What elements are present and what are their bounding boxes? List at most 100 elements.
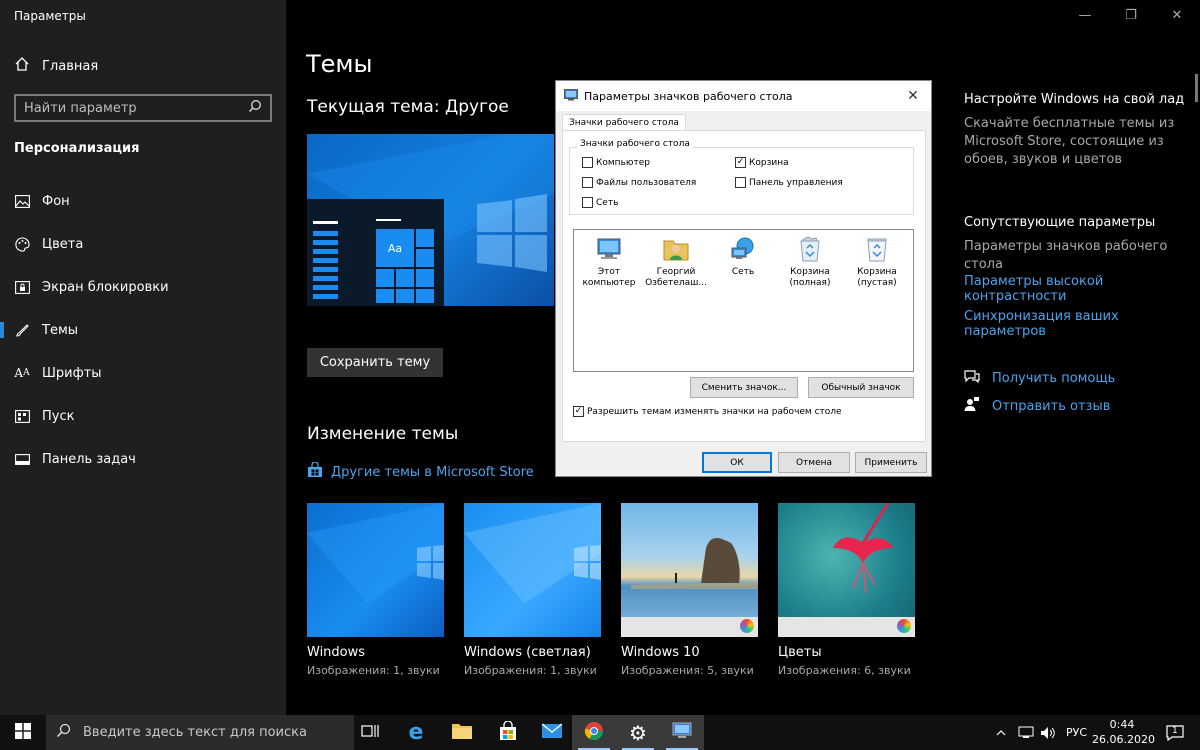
theme-thumbnail bbox=[621, 503, 758, 637]
sidebar-item-fonts[interactable]: AA Шрифты bbox=[0, 353, 286, 393]
preview-window: Aa bbox=[307, 199, 444, 306]
current-theme-title: Текущая тема: Другое bbox=[307, 97, 509, 117]
send-feedback-link[interactable]: Отправить отзыв bbox=[964, 396, 1110, 416]
clock-time: 0:44 bbox=[1109, 718, 1135, 731]
home-nav-item[interactable]: Главная bbox=[14, 56, 98, 76]
checkbox-box[interactable] bbox=[582, 197, 593, 208]
palette-icon bbox=[14, 236, 30, 252]
start-button[interactable] bbox=[0, 715, 46, 750]
network-tray-icon[interactable] bbox=[1018, 715, 1034, 750]
notifications-button[interactable]: 1 bbox=[1166, 715, 1184, 750]
sidebar-item-label: Темы bbox=[42, 322, 79, 338]
dialog-close-icon[interactable]: ✕ bbox=[903, 86, 923, 106]
default-icon-button[interactable]: Обычный значок bbox=[808, 377, 914, 398]
start-icon bbox=[14, 408, 30, 424]
theme-card-windows-light[interactable]: Windows (светлая) Изображения: 1, звуки bbox=[464, 503, 601, 677]
checkbox-box[interactable] bbox=[735, 177, 746, 188]
chrome-icon bbox=[584, 721, 604, 745]
theme-name: Windows bbox=[307, 645, 366, 660]
list-item-recycle-bin-full[interactable]: Корзина (полная) bbox=[777, 234, 843, 289]
checkbox-recycle-bin[interactable]: ✓ Корзина bbox=[735, 157, 789, 168]
settings-sidebar: Параметры Главная Персонализация Фон Цве… bbox=[0, 0, 286, 715]
checkbox-box[interactable] bbox=[582, 157, 593, 168]
search-icon[interactable] bbox=[248, 99, 262, 117]
theme-card-windows[interactable]: Windows Изображения: 1, звуки bbox=[307, 503, 444, 677]
sidebar-item-background[interactable]: Фон bbox=[0, 181, 286, 221]
related-settings-title: Сопутствующие параметры bbox=[964, 215, 1156, 230]
search-icon bbox=[56, 723, 71, 742]
taskbar-search-box[interactable]: Введите здесь текст для поиска bbox=[46, 715, 354, 750]
icon-label-line2: компьютер bbox=[582, 278, 636, 288]
checkbox-computer[interactable]: Компьютер bbox=[582, 157, 650, 168]
store-bag-icon bbox=[498, 719, 518, 745]
volume-icon[interactable] bbox=[1040, 715, 1056, 750]
edge-icon: e bbox=[408, 720, 424, 745]
icon-label-line2: Озбетелаш... bbox=[645, 278, 707, 288]
checkbox-label: Компьютер bbox=[596, 157, 650, 168]
sidebar-item-label: Цвета bbox=[42, 236, 84, 252]
color-wheel-icon bbox=[740, 619, 754, 633]
taskbar-app-desktop-icons[interactable] bbox=[660, 715, 704, 750]
home-icon bbox=[14, 56, 30, 76]
scrollbar-thumb[interactable] bbox=[1195, 74, 1198, 102]
language-indicator[interactable]: РУС bbox=[1066, 715, 1087, 750]
checkbox-box-checked[interactable]: ✓ bbox=[735, 157, 746, 168]
list-item-network[interactable]: Сеть bbox=[710, 234, 776, 278]
sidebar-item-label: Фон bbox=[42, 193, 70, 209]
checkbox-control-panel[interactable]: Панель управления bbox=[735, 177, 843, 188]
save-theme-button[interactable]: Сохранить тему bbox=[307, 348, 443, 377]
list-item-recycle-bin-empty[interactable]: Корзина (пустая) bbox=[844, 234, 910, 289]
apply-button[interactable]: Применить bbox=[855, 452, 927, 473]
task-view-button[interactable] bbox=[348, 715, 392, 750]
maximize-button[interactable]: ❐ bbox=[1108, 0, 1154, 30]
list-item-user-folder[interactable]: Георгий Озбетелаш... bbox=[643, 234, 709, 289]
tray-chevron-icon[interactable] bbox=[996, 715, 1006, 750]
sidebar-item-colors[interactable]: Цвета bbox=[0, 224, 286, 264]
sidebar-item-taskbar[interactable]: Панель задач bbox=[0, 439, 286, 479]
checkbox-box[interactable] bbox=[582, 177, 593, 188]
cancel-button[interactable]: Отмена bbox=[778, 452, 850, 473]
checkbox-label: Панель управления bbox=[749, 177, 843, 188]
taskbar-app-mail[interactable] bbox=[530, 715, 574, 750]
sync-settings-link[interactable]: Синхронизация ваших параметров bbox=[964, 309, 1190, 339]
sidebar-item-label: Пуск bbox=[42, 408, 75, 424]
dialog-titlebar[interactable]: Параметры значков рабочего стола bbox=[556, 81, 931, 111]
theme-card-flowers[interactable]: Цветы Изображения: 6, звуки bbox=[778, 503, 915, 677]
checkbox-allow-themes[interactable]: ✓ Разрешить темам изменять значки на раб… bbox=[573, 406, 842, 417]
taskbar-app-store[interactable] bbox=[486, 715, 530, 750]
page-title: Темы bbox=[306, 50, 373, 78]
checkbox-box-checked[interactable]: ✓ bbox=[573, 406, 584, 417]
taskbar-app-chrome[interactable] bbox=[572, 715, 616, 750]
minimize-button[interactable]: — bbox=[1062, 0, 1108, 30]
taskbar-app-explorer[interactable] bbox=[440, 715, 484, 750]
get-help-link[interactable]: Получить помощь bbox=[964, 368, 1115, 388]
checkbox-network[interactable]: Сеть bbox=[582, 197, 618, 208]
settings-search-box[interactable] bbox=[14, 94, 272, 122]
list-item-this-pc[interactable]: Этот компьютер bbox=[576, 234, 642, 289]
desktop-icons-list[interactable]: Этот компьютер Георгий Озбетелаш... Сеть… bbox=[573, 229, 914, 372]
feedback-person-icon bbox=[964, 396, 980, 416]
icon-label-line2: (полная) bbox=[789, 278, 831, 288]
theme-card-windows-10[interactable]: Windows 10 Изображения: 5, звуки bbox=[621, 503, 758, 677]
taskbar-app-settings[interactable]: ⚙ bbox=[616, 715, 660, 750]
sidebar-item-start[interactable]: Пуск bbox=[0, 396, 286, 436]
taskbar-app-edge[interactable]: e bbox=[394, 715, 438, 750]
high-contrast-link[interactable]: Параметры высокой контрастности bbox=[964, 274, 1190, 304]
checkbox-label: Корзина bbox=[749, 157, 789, 168]
tab-desktop-icons[interactable]: Значки рабочего стола bbox=[562, 114, 686, 131]
send-feedback-label: Отправить отзыв bbox=[992, 398, 1111, 414]
change-icon-button[interactable]: Сменить значок... bbox=[690, 377, 798, 398]
ok-button[interactable]: ОК bbox=[702, 452, 772, 473]
folder-icon bbox=[451, 722, 473, 744]
checkbox-user-files[interactable]: Файлы пользователя bbox=[582, 177, 696, 188]
close-button[interactable]: ✕ bbox=[1154, 0, 1200, 30]
get-help-label: Получить помощь bbox=[992, 370, 1116, 386]
store-themes-link[interactable]: Другие темы в Microsoft Store bbox=[307, 461, 534, 482]
sidebar-item-themes[interactable]: Темы bbox=[0, 310, 286, 350]
clock[interactable]: 0:44 26.06.2020 bbox=[1092, 717, 1155, 747]
sidebar-item-lock-screen[interactable]: Экран блокировки bbox=[0, 267, 286, 307]
settings-search-input[interactable] bbox=[24, 100, 248, 116]
color-wheel-icon bbox=[897, 619, 911, 633]
gear-icon: ⚙ bbox=[629, 720, 647, 745]
group-label: Значки рабочего стола bbox=[577, 139, 693, 149]
